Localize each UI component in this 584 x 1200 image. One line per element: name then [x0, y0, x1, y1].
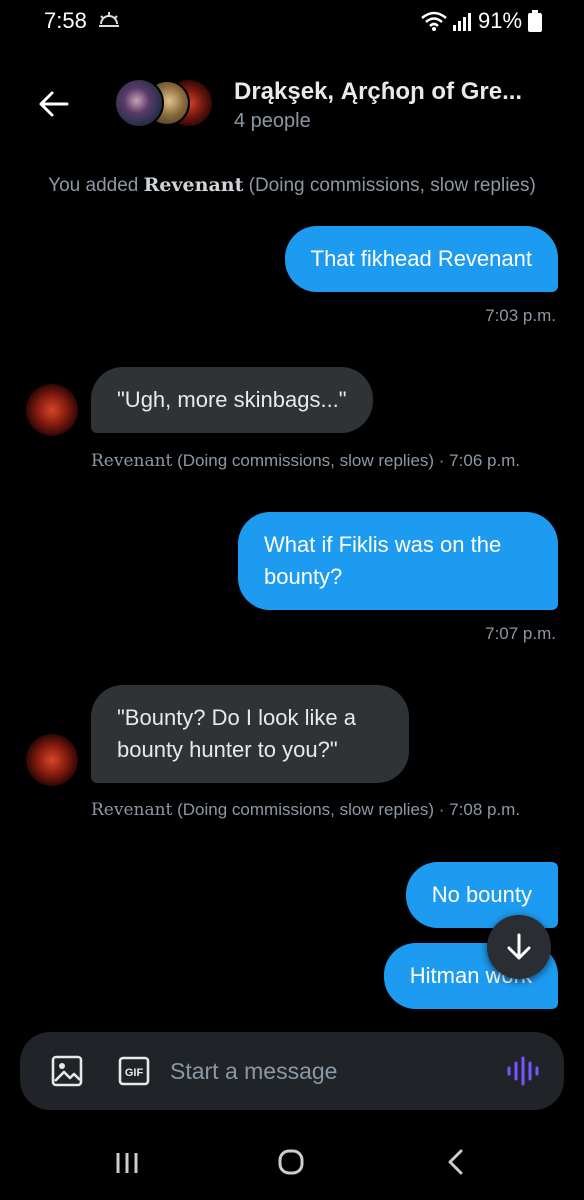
- recent-apps-icon: [116, 1153, 138, 1173]
- back-button[interactable]: [34, 84, 74, 124]
- avatar[interactable]: [26, 384, 78, 436]
- message-meta: Revenant (Doing commissions, slow replie…: [91, 800, 520, 820]
- gif-label: GIF: [125, 1067, 144, 1079]
- incoming-message[interactable]: "Ugh, more skinbags...": [91, 367, 373, 433]
- voice-wave-icon: [507, 1056, 539, 1086]
- conversation-title[interactable]: Drąkşek, Ąrçɦoɲ of Gre...: [234, 78, 564, 106]
- home-icon: [278, 1149, 304, 1175]
- group-avatar[interactable]: [114, 78, 214, 128]
- status-bar: 7:58 91%: [0, 0, 584, 44]
- system-note-name: Revenant: [143, 174, 244, 196]
- message-input[interactable]: [170, 1048, 490, 1094]
- chevron-left-icon: [448, 1149, 463, 1175]
- participant-count: 4 people: [234, 110, 311, 132]
- avatar: [114, 78, 164, 128]
- gif-icon: GIF: [118, 1056, 150, 1086]
- recent-apps-button[interactable]: [114, 1150, 140, 1181]
- image-button[interactable]: [50, 1054, 84, 1093]
- home-button[interactable]: [277, 1148, 305, 1181]
- image-icon: [51, 1055, 83, 1087]
- message-timestamp: 7:07 p.m.: [485, 624, 556, 643]
- sender-name: Revenant: [91, 451, 173, 471]
- system-back-button[interactable]: [444, 1148, 468, 1181]
- incoming-message[interactable]: "Bounty? Do I look like a bounty hunter …: [91, 685, 409, 783]
- arrow-down-icon: [507, 933, 531, 960]
- status-time: 7:58: [44, 8, 87, 33]
- conversation-header: Drąkşek, Ąrçɦoɲ of Gre... 4 people: [0, 70, 584, 140]
- battery-percent: 91%: [478, 8, 523, 33]
- message-composer: GIF: [20, 1032, 564, 1110]
- message-meta: Revenant (Doing commissions, slow replie…: [91, 451, 520, 471]
- voice-button[interactable]: [506, 1056, 540, 1091]
- system-note-suffix: (Doing commissions, slow replies): [243, 175, 536, 196]
- sender-meta: (Doing commissions, slow replies) · 7:08…: [172, 800, 521, 819]
- weather-sunrise-icon: [98, 12, 120, 33]
- battery-icon: [528, 10, 542, 37]
- system-note: You added Revenant (Doing commissions, s…: [0, 174, 584, 197]
- sender-name: Revenant: [91, 800, 173, 820]
- sender-meta: (Doing commissions, slow replies) · 7:06…: [172, 451, 521, 470]
- wifi-icon: [420, 10, 448, 37]
- scroll-down-button[interactable]: [487, 915, 551, 979]
- outgoing-message[interactable]: That fikhead Revenant: [284, 226, 558, 292]
- system-note-prefix: You added: [48, 175, 144, 196]
- message-timestamp: 7:03 p.m.: [485, 306, 556, 325]
- signal-icon: [452, 10, 474, 37]
- gif-button[interactable]: GIF: [118, 1056, 150, 1091]
- avatar[interactable]: [26, 734, 78, 786]
- outgoing-message[interactable]: What if Fiklis was on the bounty?: [238, 512, 558, 610]
- back-arrow-icon: [39, 91, 69, 117]
- system-navigation-bar: [0, 1130, 584, 1200]
- outgoing-message[interactable]: No bounty: [405, 862, 558, 928]
